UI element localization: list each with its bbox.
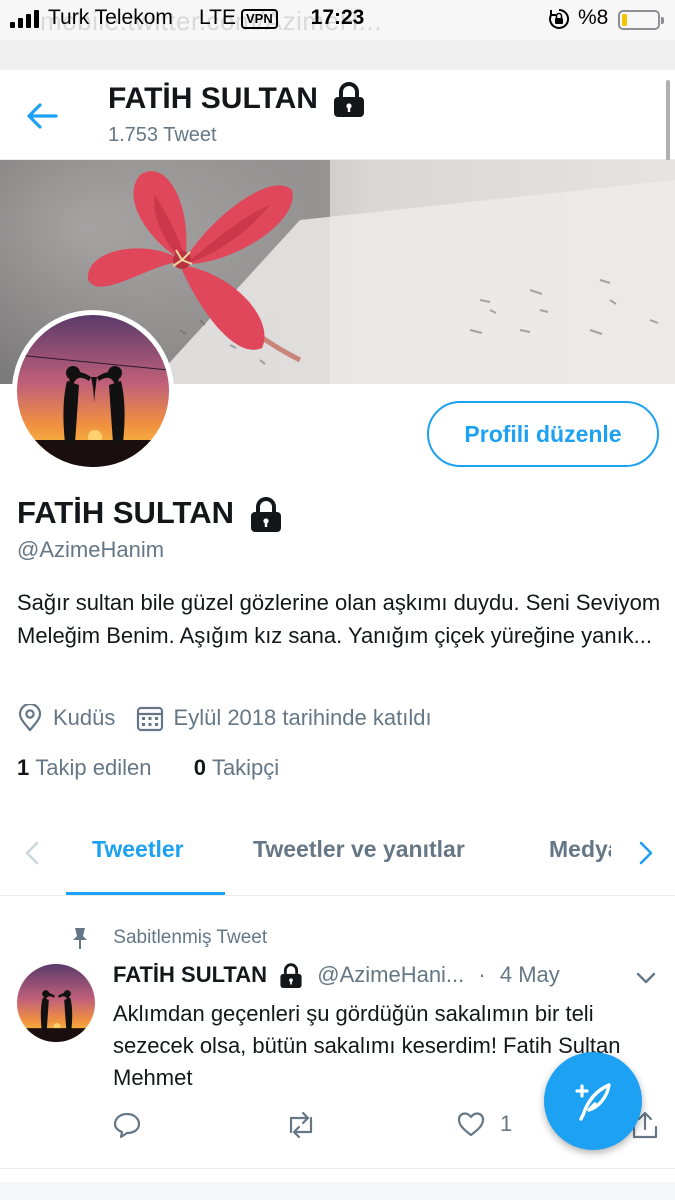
profile-name-row: FATİH SULTAN: [17, 495, 283, 533]
browser-frame-edge: [0, 40, 675, 70]
active-tab-indicator: [66, 892, 225, 895]
following-link[interactable]: 1 Takip edilen: [17, 755, 151, 780]
tweet-header: FATİH SULTAN @AzimeHani... · 4 May: [113, 962, 633, 989]
tweet-author-handle[interactable]: @AzimeHani...: [317, 962, 464, 987]
joined-item: Eylül 2018 tarihinde katıldı: [136, 704, 432, 732]
header-name: FATİH SULTAN: [108, 82, 318, 115]
tweet-separator: ·: [478, 962, 486, 987]
followers-count: 0: [193, 755, 206, 780]
tweet-count: 1.753 Tweet: [108, 124, 217, 146]
calendar-icon: [136, 706, 163, 732]
status-bar: mobile.twitter.com/AzimeH... Turk Teleko…: [0, 0, 675, 40]
profile-avatar[interactable]: [12, 310, 174, 472]
battery-icon: [618, 10, 664, 30]
reply-button[interactable]: [112, 1110, 156, 1140]
retweet-icon: [289, 1111, 313, 1139]
profile-name: FATİH SULTAN: [17, 495, 234, 530]
tweet-avatar-image: [17, 964, 95, 1042]
compose-tweet-button[interactable]: [544, 1052, 642, 1150]
chevron-down-icon[interactable]: [634, 968, 658, 988]
lock-icon: [280, 963, 302, 989]
compose-feather-icon: [575, 1083, 611, 1121]
tabs-scroll-left-icon[interactable]: [18, 838, 48, 868]
pin-icon: [73, 928, 87, 949]
header-title: FATİH SULTAN: [108, 82, 366, 118]
lock-icon: [250, 496, 281, 532]
battery-percent: %8: [578, 6, 609, 29]
location-pin-icon: [18, 704, 42, 732]
follow-stats: 1 Takip edilen 0 Takipçi: [17, 755, 279, 781]
following-label: Takip edilen: [35, 755, 152, 780]
tab-media[interactable]: Medya: [549, 836, 611, 863]
lock-icon: [334, 82, 365, 118]
tweet-divider: [0, 1168, 675, 1169]
tweet-author-name[interactable]: FATİH SULTAN: [113, 962, 267, 987]
heart-icon: [457, 1112, 485, 1137]
avatar-image: [17, 315, 169, 467]
profile-tabs: Tweetler Tweetler ve yanıtlar Medya: [0, 810, 675, 896]
bottom-strip: [0, 1182, 675, 1200]
location-item: Kudüs: [17, 704, 115, 732]
tab-tweets-and-replies[interactable]: Tweetler ve yanıtlar: [253, 836, 465, 863]
profile-handle: @AzimeHanim: [17, 537, 165, 562]
tab-tweets[interactable]: Tweetler: [92, 836, 184, 863]
profile-header: FATİH SULTAN 1.753 Tweet: [0, 70, 675, 160]
followers-link[interactable]: 0 Takipçi: [194, 755, 280, 780]
tweet-date[interactable]: 4 May: [500, 962, 560, 987]
reply-icon: [113, 1112, 141, 1139]
profile-meta: Kudüs Eylül 2018 tarihinde katıldı: [17, 704, 446, 738]
tabs-scroll-right-icon[interactable]: [630, 838, 660, 868]
followers-label: Takipçi: [211, 755, 280, 780]
edit-profile-button[interactable]: Profili düzenle: [427, 401, 659, 467]
orientation-lock-icon: [549, 8, 570, 29]
like-button[interactable]: 1: [456, 1110, 512, 1138]
joined-text: Eylül 2018 tarihinde katıldı: [173, 705, 432, 730]
status-time: 17:23: [310, 6, 365, 29]
like-count: 1: [500, 1111, 513, 1136]
retweet-button[interactable]: [284, 1110, 332, 1140]
pinned-tweet-label-row: Sabitlenmiş Tweet: [70, 926, 267, 950]
location-text: Kudüs: [53, 705, 116, 730]
profile-bio: Sağır sultan bile güzel gözlerine olan a…: [17, 590, 661, 648]
pinned-tweet-label: Sabitlenmiş Tweet: [113, 927, 268, 949]
tweet-author-avatar[interactable]: [17, 964, 95, 1042]
following-count: 1: [17, 755, 30, 780]
back-arrow-icon[interactable]: [22, 98, 62, 134]
